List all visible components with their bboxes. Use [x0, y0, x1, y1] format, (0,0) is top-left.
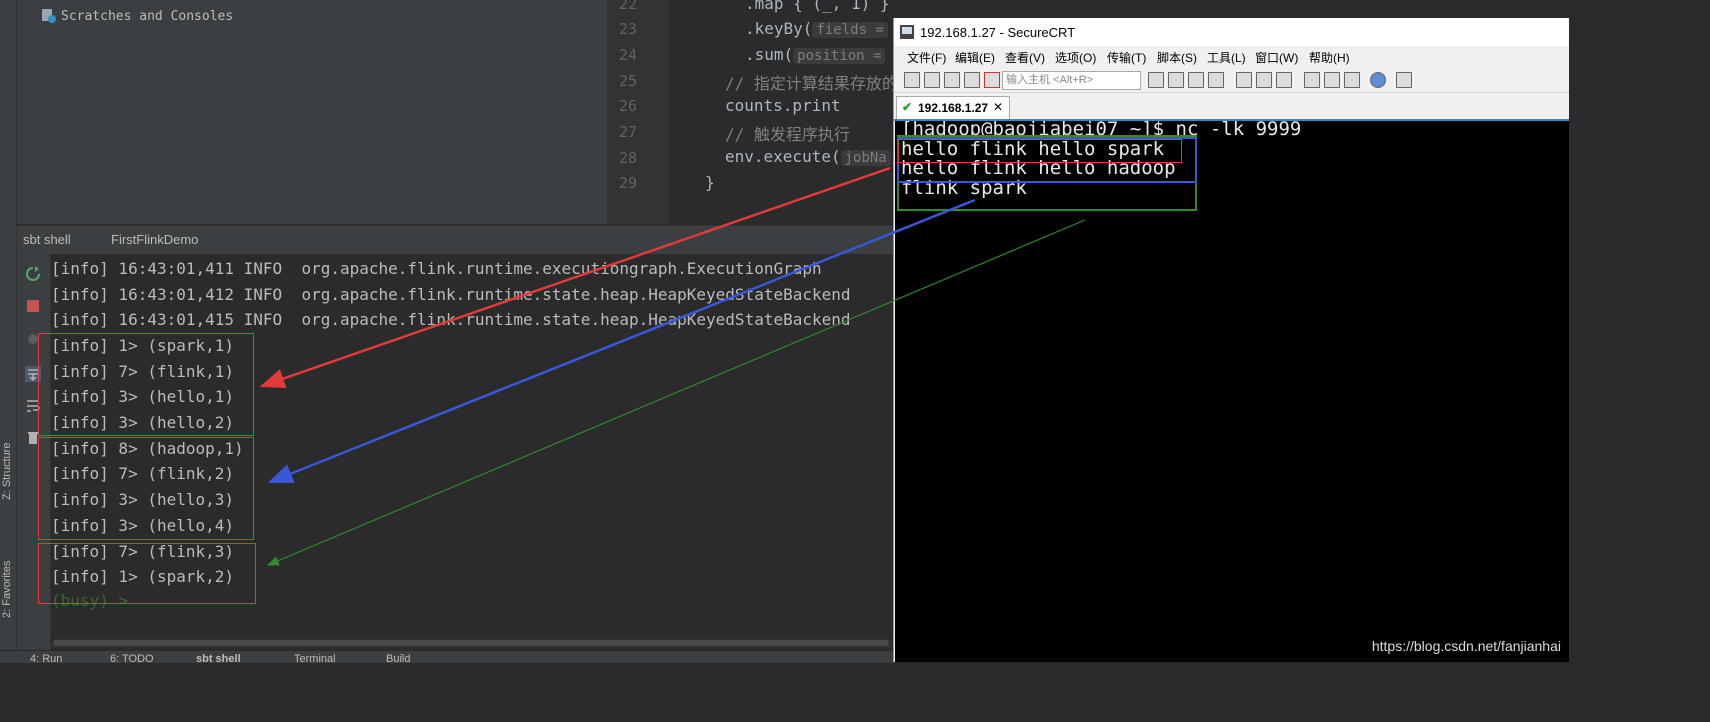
green-arrow: [266, 219, 1086, 566]
red-arrow: [259, 166, 891, 389]
blue-arrow: [267, 198, 976, 484]
annotation-arrows: [259, 166, 1086, 566]
